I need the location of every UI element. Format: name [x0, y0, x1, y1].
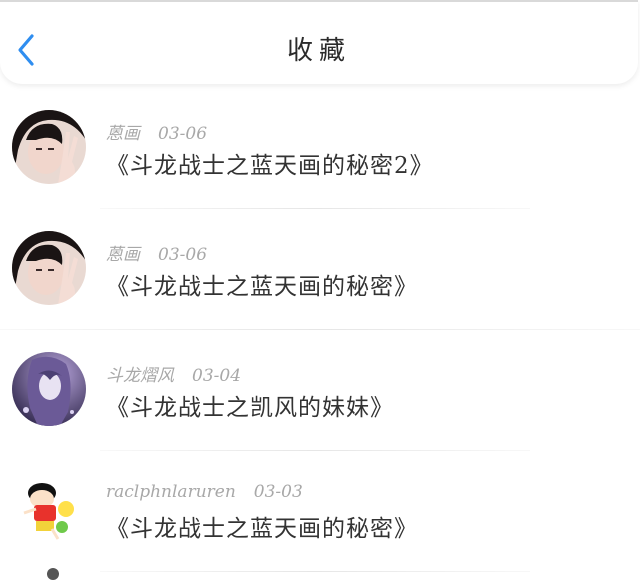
- item-meta: 斗龙熠风 03-04: [106, 361, 241, 386]
- anime-girl-purple-avatar-icon: [12, 352, 86, 426]
- author-name[interactable]: 蒽画: [106, 124, 140, 144]
- divider: [100, 571, 530, 572]
- favorite-item[interactable]: raclphnlaruren 03-03 《斗龙战士之蓝天画的秘密》: [0, 451, 640, 572]
- author-name[interactable]: raclphnlaruren: [106, 482, 236, 502]
- user-avatar[interactable]: [12, 231, 86, 305]
- cartoon-boy-avatar-icon: [12, 473, 86, 547]
- top-bar: 收藏: [0, 0, 638, 84]
- post-date: 03-04: [192, 366, 242, 386]
- page-title: 收藏: [286, 36, 351, 66]
- user-avatar[interactable]: [12, 352, 86, 426]
- work-title[interactable]: 《斗龙战士之蓝天画的秘密》: [106, 509, 418, 543]
- item-meta: 蒽画 03-06: [106, 240, 207, 265]
- favorite-item[interactable]: 斗龙熠风 03-04 《斗龙战士之凯风的妹妹》: [0, 330, 640, 451]
- user-avatar[interactable]: [12, 473, 86, 547]
- post-date: 03-06: [158, 245, 208, 265]
- work-title[interactable]: 《斗龙战士之蓝天画的秘密》: [106, 267, 418, 301]
- girl-peace-sign-avatar-icon: [12, 231, 86, 305]
- girl-peace-sign-avatar-icon: [12, 110, 86, 184]
- partial-avatar-icon: [47, 568, 59, 580]
- work-title[interactable]: 《斗龙战士之蓝天画的秘密2》: [106, 146, 434, 180]
- author-name[interactable]: 蒽画: [106, 245, 140, 265]
- item-meta: raclphnlaruren 03-03: [106, 482, 303, 502]
- user-avatar[interactable]: [12, 110, 86, 184]
- favorite-item[interactable]: 蒽画 03-06 《斗龙战士之蓝天画的秘密》: [0, 209, 640, 330]
- work-title[interactable]: 《斗龙战士之凯风的妹妹》: [106, 388, 394, 422]
- post-date: 03-03: [253, 482, 303, 502]
- favorites-list: 蒽画 03-06 《斗龙战士之蓝天画的秘密2》 蒽画 03-06 《斗龙战士之蓝天画…: [0, 88, 640, 572]
- favorite-item[interactable]: 蒽画 03-06 《斗龙战士之蓝天画的秘密2》: [0, 88, 640, 209]
- author-name[interactable]: 斗龙熠风: [106, 366, 174, 386]
- item-meta: 蒽画 03-06: [106, 119, 207, 144]
- post-date: 03-06: [158, 124, 208, 144]
